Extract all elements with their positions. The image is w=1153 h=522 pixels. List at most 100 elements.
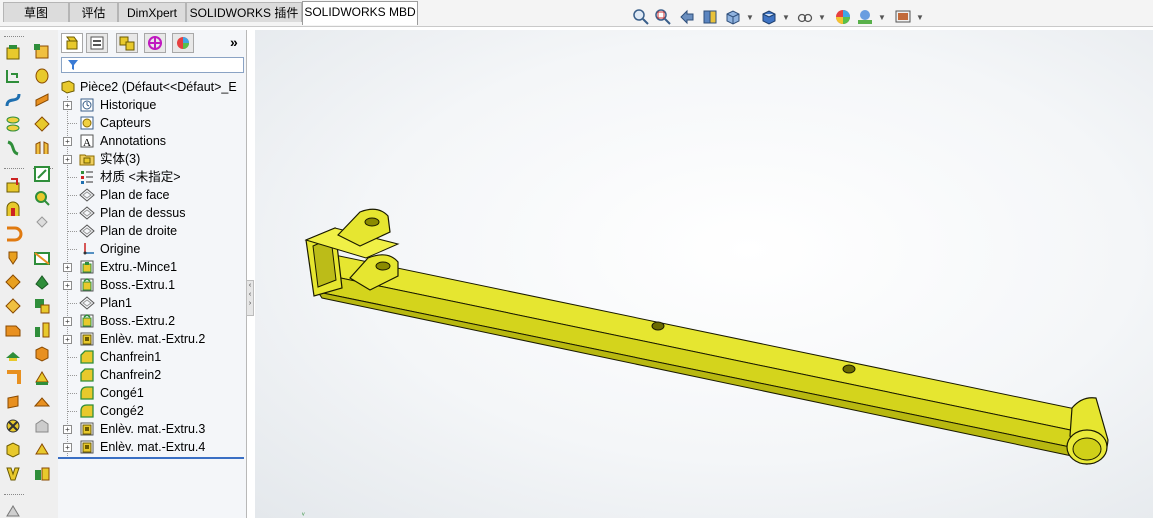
feature-manager-tab[interactable] xyxy=(61,33,83,53)
trim-entities-icon[interactable] xyxy=(32,296,52,316)
instant3d-icon[interactable] xyxy=(32,90,52,110)
boundary-boss-icon[interactable] xyxy=(3,138,23,158)
apply-scene-icon[interactable] xyxy=(856,8,874,26)
zoom-to-area-icon[interactable] xyxy=(654,8,672,26)
property-manager-tab[interactable] xyxy=(86,33,108,53)
tab-dimxpert[interactable]: DimXpert xyxy=(118,2,186,22)
toolbar-grip[interactable] xyxy=(4,36,24,40)
rollback-bar[interactable] xyxy=(58,457,244,459)
revolved-cut-icon[interactable] xyxy=(3,224,23,244)
edit-appearance-icon[interactable] xyxy=(834,8,852,26)
expand-toggle-icon[interactable]: + xyxy=(63,425,72,434)
smart-dimension-icon[interactable] xyxy=(32,212,52,232)
offset-entities-icon[interactable] xyxy=(32,272,52,292)
hide-show-items-icon[interactable] xyxy=(796,8,814,26)
tree-item[interactable]: + 实体(3) xyxy=(58,150,244,168)
split-line-icon[interactable] xyxy=(32,138,52,158)
revolved-boss-icon[interactable] xyxy=(3,66,23,86)
hatch-icon[interactable] xyxy=(32,392,52,412)
3d-sketch-icon[interactable] xyxy=(32,188,52,208)
tree-item[interactable]: Plan1 xyxy=(58,294,244,312)
scene-dropdown-icon[interactable]: ▼ xyxy=(878,13,886,22)
part-model[interactable] xyxy=(255,30,1153,518)
tree-item[interactable]: + Boss.-Extru.2 xyxy=(58,312,244,330)
expand-toggle-icon[interactable]: + xyxy=(63,443,72,452)
swept-cut-icon[interactable] xyxy=(3,248,23,268)
display-style-dropdown-icon[interactable]: ▼ xyxy=(782,13,790,22)
tree-item[interactable]: + Historique xyxy=(58,96,244,114)
tab-solidworks-addins[interactable]: SOLIDWORKS 插件 xyxy=(186,2,302,22)
move-entities-icon[interactable] xyxy=(32,368,52,388)
expand-toggle-icon[interactable]: + xyxy=(63,281,72,290)
view-orientation-dropdown-icon[interactable]: ▼ xyxy=(746,13,754,22)
stretch-icon[interactable] xyxy=(32,464,52,484)
draft-icon[interactable] xyxy=(3,392,23,412)
tree-item[interactable]: Chanfrein1 xyxy=(58,348,244,366)
expand-toggle-icon[interactable]: + xyxy=(63,137,72,146)
tree-item[interactable]: + Enlèv. mat.-Extru.3 xyxy=(58,420,244,438)
display-style-icon[interactable] xyxy=(760,8,778,26)
instant2d-icon[interactable] xyxy=(32,440,52,460)
tree-root-part[interactable]: Pièce2 (Défaut<<Défaut>_E xyxy=(60,78,246,96)
expand-toggle-icon[interactable]: + xyxy=(63,263,72,272)
tree-item[interactable]: Capteurs xyxy=(58,114,244,132)
tree-item[interactable]: + Boss.-Extru.1 xyxy=(58,276,244,294)
wrap-icon[interactable] xyxy=(3,440,23,460)
tree-item[interactable]: + Enlèv. mat.-Extru.4 xyxy=(58,438,244,456)
hole-wizard-icon[interactable] xyxy=(3,200,23,220)
lofted-boss-icon[interactable] xyxy=(3,114,23,134)
view-settings-dropdown-icon[interactable]: ▼ xyxy=(916,13,924,22)
view-orientation-icon[interactable] xyxy=(724,8,742,26)
tree-item[interactable]: Origine xyxy=(58,240,244,258)
sketch-icon[interactable] xyxy=(32,164,52,184)
tab-evaluate[interactable]: 评估 xyxy=(69,2,118,22)
extruded-cut-icon[interactable] xyxy=(3,176,23,196)
convert-entities-icon[interactable] xyxy=(32,248,52,268)
tree-item[interactable]: Congé2 xyxy=(58,402,244,420)
boundary-cut-icon[interactable] xyxy=(3,296,23,316)
tree-item[interactable]: Congé1 xyxy=(58,384,244,402)
configuration-manager-tab[interactable] xyxy=(116,33,138,53)
swept-boss-icon[interactable] xyxy=(3,90,23,110)
tree-item[interactable]: + A Annotations xyxy=(58,132,244,150)
shell-icon[interactable] xyxy=(3,416,23,436)
hide-show-dropdown-icon[interactable]: ▼ xyxy=(818,13,826,22)
rib-icon[interactable] xyxy=(3,368,23,388)
tree-item[interactable]: Plan de droite xyxy=(58,222,244,240)
lofted-cut-icon[interactable] xyxy=(3,272,23,292)
tree-item[interactable]: + Extru.-Mince1 xyxy=(58,258,244,276)
scale-icon[interactable] xyxy=(32,416,52,436)
sketch-pattern-icon[interactable] xyxy=(32,344,52,364)
previous-view-icon[interactable] xyxy=(678,8,696,26)
tab-sketch[interactable]: 草图 xyxy=(3,2,69,22)
expand-toggle-icon[interactable]: + xyxy=(63,101,72,110)
view-settings-icon[interactable] xyxy=(894,8,912,26)
display-manager-tab[interactable] xyxy=(172,33,194,53)
tab-solidworks-mbd[interactable]: SOLIDWORKS MBD xyxy=(302,1,418,25)
tree-item[interactable]: Plan de face xyxy=(58,186,244,204)
graphics-area[interactable]: ᵥ xyxy=(255,30,1153,518)
intersect-icon[interactable] xyxy=(3,464,23,484)
extruded-boss-icon[interactable] xyxy=(3,42,23,62)
toolbar-grip[interactable] xyxy=(4,168,24,172)
expand-toggle-icon[interactable]: + xyxy=(63,155,72,164)
curves-icon[interactable] xyxy=(32,66,52,86)
linear-pattern-icon[interactable] xyxy=(3,344,23,364)
mirror-icon[interactable] xyxy=(3,502,23,522)
section-view-icon[interactable] xyxy=(702,8,720,26)
tree-item[interactable]: Chanfrein2 xyxy=(58,366,244,384)
more-tabs-button[interactable]: » xyxy=(230,34,238,50)
collapse-panel-handle[interactable]: ‹ ‹ › xyxy=(246,280,254,316)
zoom-to-fit-icon[interactable] xyxy=(632,8,650,26)
mirror-entities-icon[interactable] xyxy=(32,320,52,340)
fillet-icon[interactable] xyxy=(3,320,23,340)
tree-item[interactable]: Plan de dessus xyxy=(58,204,244,222)
expand-toggle-icon[interactable]: + xyxy=(63,317,72,326)
reference-geometry-icon[interactable] xyxy=(32,42,52,62)
tree-item[interactable]: 材质 <未指定> xyxy=(58,168,244,186)
move-face-icon[interactable] xyxy=(32,114,52,134)
toolbar-grip[interactable] xyxy=(4,494,24,498)
expand-toggle-icon[interactable]: + xyxy=(63,335,72,344)
tree-item[interactable]: + Enlèv. mat.-Extru.2 xyxy=(58,330,244,348)
tree-filter-input[interactable] xyxy=(61,57,244,73)
